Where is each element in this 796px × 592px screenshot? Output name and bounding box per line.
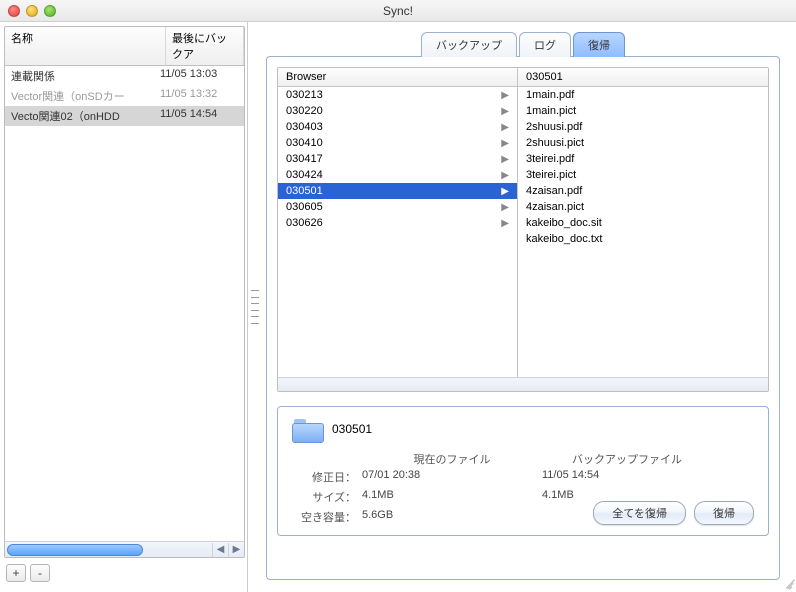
- folder-row[interactable]: 030213▶: [278, 87, 517, 103]
- close-window-button[interactable]: [8, 5, 20, 17]
- window-title: Sync!: [0, 4, 796, 18]
- file-row[interactable]: 2shuusi.pict: [518, 135, 768, 151]
- content-area: 名称 最後にバックア 連載関係 11/05 13:03 Vector関連（onS…: [0, 22, 796, 592]
- scrollbar-thumb[interactable]: [7, 544, 143, 556]
- file-row[interactable]: 4zaisan.pdf: [518, 183, 768, 199]
- browser-column-folders: 030213▶ 030220▶ 030403▶ 030410▶ 030417▶ …: [278, 87, 518, 377]
- list-row[interactable]: 連載関係 11/05 13:03: [5, 66, 244, 86]
- chevron-right-icon: ▶: [501, 138, 509, 149]
- info-folder-line: 030501: [292, 417, 754, 441]
- chevron-right-icon: ▶: [501, 170, 509, 181]
- backup-list-header: 名称 最後にバックア: [5, 27, 244, 66]
- folder-row[interactable]: 030410▶: [278, 135, 517, 151]
- modified-label: 修正日：: [292, 469, 362, 485]
- browser-columns: 030213▶ 030220▶ 030403▶ 030410▶ 030417▶ …: [278, 87, 768, 377]
- tab-restore[interactable]: 復帰: [573, 32, 625, 57]
- list-row[interactable]: Vector関連（onSDカー 11/05 13:32: [5, 86, 244, 106]
- chevron-right-icon: ▶: [501, 202, 509, 213]
- col-header-date[interactable]: 最後にバックア: [166, 27, 244, 65]
- tab-log[interactable]: ログ: [519, 32, 571, 57]
- file-row[interactable]: 1main.pict: [518, 103, 768, 119]
- backup-file-header: バックアップファイル: [542, 451, 712, 467]
- file-row[interactable]: 3teirei.pict: [518, 167, 768, 183]
- size-current: 4.1MB: [362, 489, 542, 505]
- chevron-right-icon: ▶: [501, 122, 509, 133]
- row-date: 11/05 13:32: [160, 88, 238, 104]
- sidebar-actions: + -: [4, 558, 245, 588]
- backup-list: 名称 最後にバックア 連載関係 11/05 13:03 Vector関連（onS…: [4, 26, 245, 558]
- resize-grip[interactable]: [780, 576, 794, 590]
- browser-header-right[interactable]: 030501: [518, 68, 768, 86]
- scroll-right-icon[interactable]: ▶: [228, 543, 244, 557]
- browser: Browser 030501 030213▶ 030220▶ 030403▶ 0…: [277, 67, 769, 392]
- modified-current: 07/01 20:38: [362, 469, 542, 485]
- folder-row[interactable]: 030220▶: [278, 103, 517, 119]
- traffic-lights: [8, 5, 56, 17]
- chevron-right-icon: ▶: [501, 218, 509, 229]
- folder-row[interactable]: 030424▶: [278, 167, 517, 183]
- sidebar: 名称 最後にバックア 連載関係 11/05 13:03 Vector関連（onS…: [0, 22, 248, 592]
- minimize-window-button[interactable]: [26, 5, 38, 17]
- tab-panel-restore: Browser 030501 030213▶ 030220▶ 030403▶ 0…: [266, 56, 780, 580]
- scroll-left-icon[interactable]: ◀: [212, 543, 228, 557]
- file-row[interactable]: 4zaisan.pict: [518, 199, 768, 215]
- info-column-headers: 現在のファイル バックアップファイル: [292, 451, 754, 467]
- folder-row[interactable]: 030605▶: [278, 199, 517, 215]
- folder-row[interactable]: 030417▶: [278, 151, 517, 167]
- pane-divider[interactable]: [248, 22, 262, 592]
- add-button[interactable]: +: [6, 564, 26, 582]
- remove-button[interactable]: -: [30, 564, 50, 582]
- restore-actions: 全てを復帰 復帰: [593, 501, 754, 525]
- restore-all-button[interactable]: 全てを復帰: [593, 501, 686, 525]
- file-row[interactable]: 3teirei.pdf: [518, 151, 768, 167]
- file-row[interactable]: 1main.pdf: [518, 87, 768, 103]
- app-window: Sync! 名称 最後にバックア 連載関係 11/05 13:03 Vector…: [0, 0, 796, 592]
- backup-list-body: 連載関係 11/05 13:03 Vector関連（onSDカー 11/05 1…: [5, 66, 244, 541]
- browser-header: Browser 030501: [278, 68, 768, 87]
- file-row[interactable]: kakeibo_doc.sit: [518, 215, 768, 231]
- info-folder-name: 030501: [332, 422, 372, 436]
- file-row[interactable]: 2shuusi.pdf: [518, 119, 768, 135]
- row-name: 連載関係: [11, 68, 160, 84]
- col-header-name[interactable]: 名称: [5, 27, 166, 65]
- chevron-right-icon: ▶: [501, 106, 509, 117]
- sidebar-hscrollbar[interactable]: ◀ ▶: [5, 541, 244, 557]
- folder-icon: [292, 417, 322, 441]
- folder-row[interactable]: 030403▶: [278, 119, 517, 135]
- tab-backup[interactable]: バックアップ: [421, 32, 517, 57]
- titlebar[interactable]: Sync!: [0, 0, 796, 22]
- modified-backup: 11/05 14:54: [542, 469, 712, 485]
- folder-row[interactable]: 030501▶: [278, 183, 517, 199]
- main-pane: バックアップ ログ 復帰 Browser 030501 030213▶ 0302…: [262, 22, 796, 592]
- folder-row[interactable]: 030626▶: [278, 215, 517, 231]
- size-label: サイズ：: [292, 489, 362, 505]
- list-row[interactable]: Vecto関連02（onHDD 11/05 14:54: [5, 106, 244, 126]
- row-date: 11/05 13:03: [160, 68, 238, 84]
- row-name: Vector関連（onSDカー: [11, 88, 160, 104]
- browser-column-files: 1main.pdf 1main.pict 2shuusi.pdf 2shuusi…: [518, 87, 768, 377]
- current-file-header: 現在のファイル: [362, 451, 542, 467]
- chevron-right-icon: ▶: [501, 154, 509, 165]
- info-panel: 030501 現在のファイル バックアップファイル 修正日： 07/01 20:…: [277, 406, 769, 536]
- row-name: Vecto関連02（onHDD: [11, 108, 160, 124]
- row-date: 11/05 14:54: [160, 108, 238, 124]
- tab-bar: バックアップ ログ 復帰: [266, 32, 780, 57]
- zoom-window-button[interactable]: [44, 5, 56, 17]
- free-value: 5.6GB: [362, 509, 542, 525]
- browser-hscrollbar[interactable]: [278, 377, 768, 391]
- chevron-right-icon: ▶: [501, 186, 509, 197]
- divider-handle-icon: [251, 290, 259, 324]
- chevron-right-icon: ▶: [501, 90, 509, 101]
- browser-header-left[interactable]: Browser: [278, 68, 518, 86]
- restore-button[interactable]: 復帰: [694, 501, 754, 525]
- file-row[interactable]: kakeibo_doc.txt: [518, 231, 768, 247]
- free-label: 空き容量：: [292, 509, 362, 525]
